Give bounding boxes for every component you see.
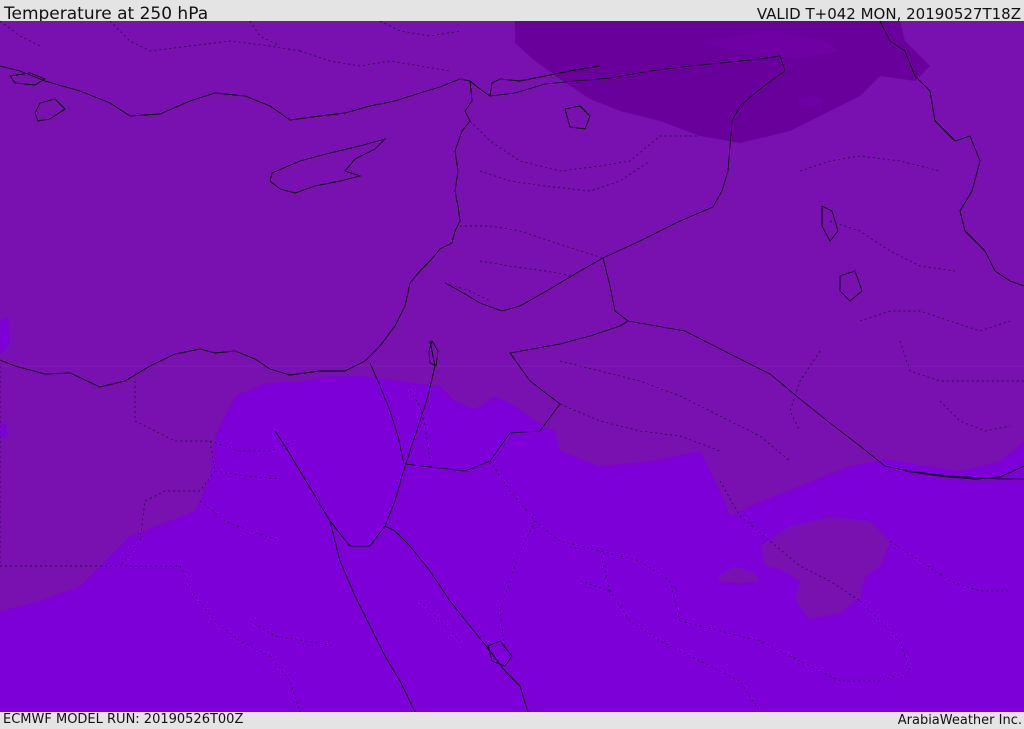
credit-label: ArabiaWeather Inc. (897, 713, 1022, 728)
temperature-map (0, 21, 1024, 712)
map-viewer: Temperature at 250 hPa VALID T+042 MON, … (0, 0, 1024, 729)
model-run-label: ECMWF MODEL RUN: 20190526T00Z (3, 712, 244, 727)
header-bar: Temperature at 250 hPa VALID T+042 MON, … (0, 0, 1024, 24)
footer-bar: ECMWF MODEL RUN: 20190526T00Z ArabiaWeat… (0, 712, 1024, 729)
